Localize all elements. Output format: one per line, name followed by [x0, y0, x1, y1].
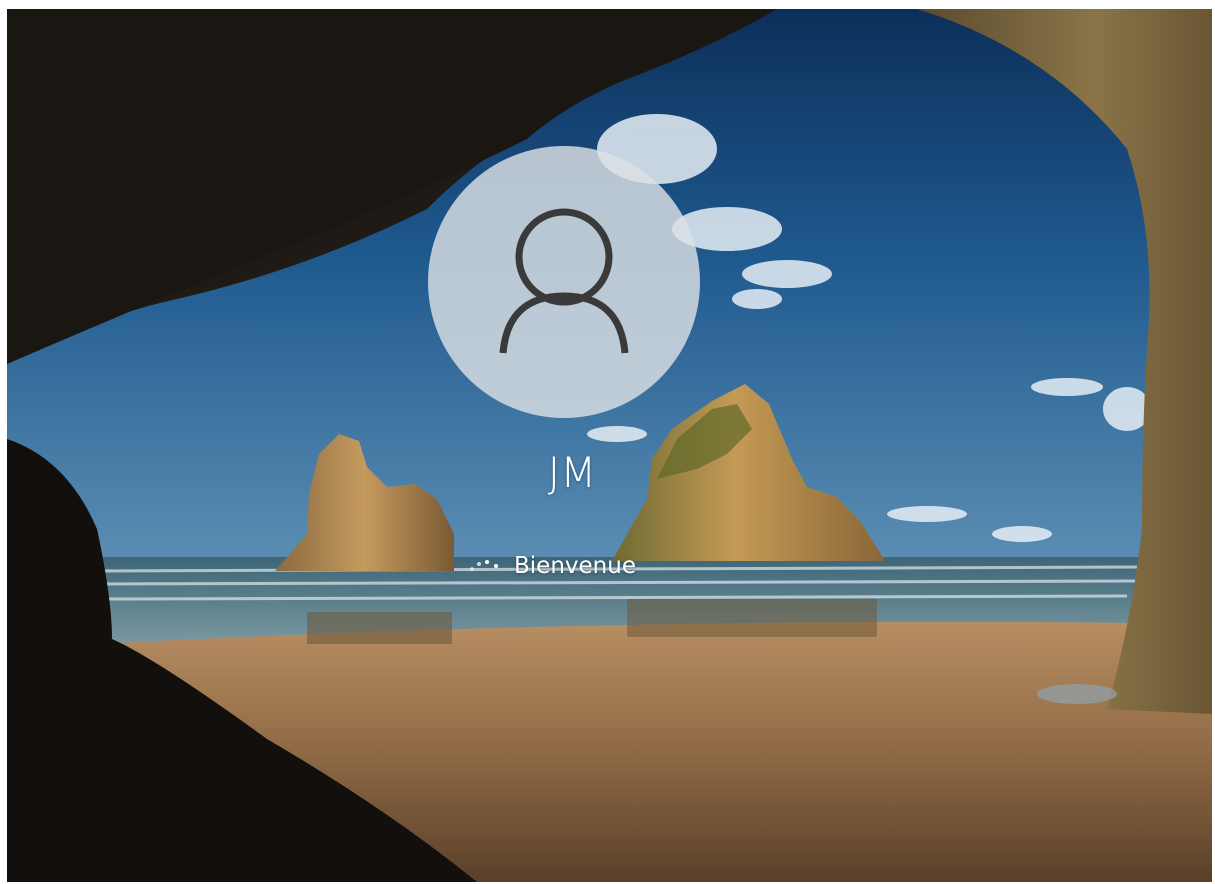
sign-in-status: Bienvenue	[466, 549, 636, 583]
status-text: Bienvenue	[514, 553, 636, 579]
lock-screen: JM Bienvenue	[7, 9, 1212, 882]
loading-dots-icon	[466, 556, 504, 576]
user-avatar	[428, 146, 700, 418]
person-icon	[499, 208, 629, 354]
account-name: JM	[547, 448, 597, 497]
